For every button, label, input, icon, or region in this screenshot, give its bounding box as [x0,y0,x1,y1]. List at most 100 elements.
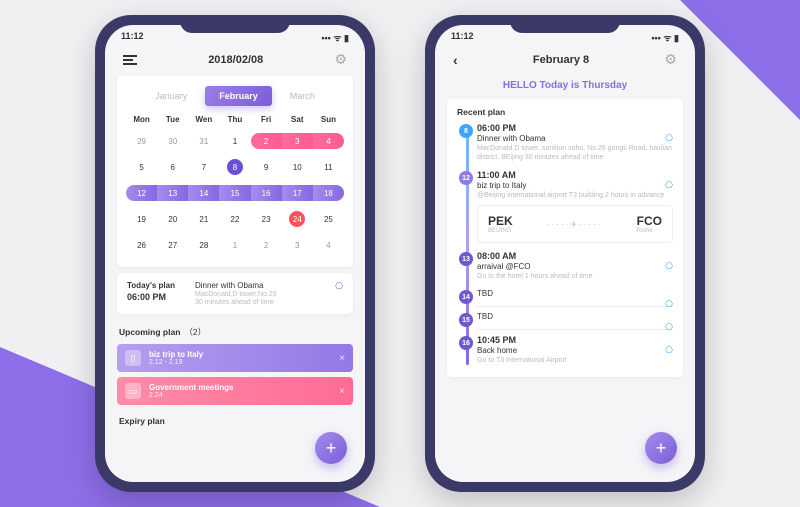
gear-icon[interactable]: ⚙ [664,51,677,68]
timeline-day-badge: 14 [459,290,473,304]
day-label: Thu [220,112,249,127]
phone-right: 11:12 ••• ᯤ ▮ ‹ February 8 ⚙ HELLO Today… [425,15,705,492]
calendar-day[interactable]: 1 [220,129,249,153]
month-tab-mar[interactable]: March [276,86,329,106]
calendar-day[interactable]: 7 [189,155,218,179]
timeline-item[interactable]: 806:00 PMDinner with ObamaMacDonald,D to… [477,123,673,162]
page-title: February 8 [533,54,589,66]
calendar-day[interactable]: 5 [127,155,156,179]
calendar-day[interactable]: 4 [314,129,343,153]
calendar-day[interactable]: 18 [314,181,343,205]
expiry-header: Expiry plan [117,410,353,432]
status-icons: ••• ᯤ ▮ [321,31,349,44]
timeline-day-badge: 12 [459,171,473,185]
close-icon[interactable]: × [339,353,345,364]
plan-tile-gov-meeting[interactable]: ▭ Government meetings2.24 × [117,377,353,405]
month-tab-jan[interactable]: January [141,86,201,106]
day-label: Sat [283,112,312,127]
pin-icon[interactable]: ⎔ [665,180,673,191]
calendar-day[interactable]: 9 [252,155,281,179]
status-icons: ••• ᯤ ▮ [651,31,679,44]
today-plan-sub1: MacDonald,D tower,No.26 [195,291,327,298]
phone-left: 11:12 ••• ᯤ ▮ 2018/02/08 ⚙ January Febru… [95,15,375,492]
calendar-day[interactable]: 1 [220,233,249,257]
menu-icon[interactable] [123,55,137,65]
calendar-day[interactable]: 8 [220,155,249,179]
day-label: Mon [127,112,156,127]
calendar-icon: ▭ [125,383,141,399]
recent-plan-header: Recent plan [457,107,673,123]
day-label: Wen [189,112,218,127]
calendar-day[interactable]: 15 [220,181,249,205]
add-button[interactable]: + [315,432,347,464]
calendar-day[interactable]: 4 [314,233,343,257]
calendar-day[interactable]: 2 [252,233,281,257]
timeline: 806:00 PMDinner with ObamaMacDonald,D to… [457,123,673,365]
calendar-day[interactable]: 17 [283,181,312,205]
calendar-day[interactable]: 28 [189,233,218,257]
calendar-day[interactable]: 12 [127,181,156,205]
notch [180,15,290,33]
timeline-item[interactable]: 15TBD⎔ [477,312,673,321]
pin-icon[interactable]: ⎔ [665,261,673,272]
calendar-day[interactable]: 24 [283,207,312,231]
calendar-day[interactable]: 6 [158,155,187,179]
today-plan-card[interactable]: Today's plan 06:00 PM Dinner with Obama … [117,273,353,314]
calendar-day[interactable]: 21 [189,207,218,231]
calendar-card: January February March MonTueWenThuFriSa… [117,76,353,267]
calendar-day[interactable]: 20 [158,207,187,231]
back-icon[interactable]: ‹ [453,52,458,68]
plan-tile-biz-trip[interactable]: ▯ biz trip to Italy2.12 - 2.19 × [117,344,353,372]
flight-ticket[interactable]: PEKBEIJING·····✈·····FCORome [477,205,673,243]
calendar-day[interactable]: 16 [252,181,281,205]
day-label: Sun [314,112,343,127]
calendar-day[interactable]: 29 [127,129,156,153]
add-button[interactable]: + [645,432,677,464]
today-plan-title: Dinner with Obama [195,281,327,290]
calendar-day[interactable]: 13 [158,181,187,205]
calendar-day[interactable]: 3 [283,233,312,257]
month-tabs: January February March [127,86,343,106]
timeline-item[interactable]: 1610:45 PMBack homeGo to T3 Internationa… [477,335,673,365]
close-icon[interactable]: × [339,386,345,397]
day-label: Tue [158,112,187,127]
calendar-day[interactable]: 11 [314,155,343,179]
status-time: 11:12 [121,31,144,44]
today-plan-sub2: 30 minutes ahead of time [195,299,327,306]
calendar-day[interactable]: 26 [127,233,156,257]
month-tab-feb[interactable]: February [205,86,272,106]
pin-icon[interactable]: ⎔ [665,133,673,144]
calendar-day[interactable]: 27 [158,233,187,257]
calendar-day[interactable]: 10 [283,155,312,179]
status-time: 11:12 [451,31,474,44]
timeline-line [466,127,469,365]
calendar-day[interactable]: 19 [127,207,156,231]
calendar-grid: MonTueWenThuFriSatSun2930311234567891011… [127,112,343,257]
today-plan-label: Today's plan [127,281,187,290]
today-plan-time: 06:00 PM [127,292,187,302]
page-title: 2018/02/08 [208,54,263,66]
timeline-day-badge: 16 [459,336,473,350]
calendar-day[interactable]: 3 [283,129,312,153]
calendar-day[interactable]: 30 [158,129,187,153]
notch [510,15,620,33]
timeline-day-badge: 8 [459,124,473,138]
pin-icon[interactable]: ⎔ [335,281,343,306]
pin-icon[interactable]: ⎔ [665,345,673,356]
calendar-day[interactable]: 31 [189,129,218,153]
calendar-day[interactable]: 14 [189,181,218,205]
day-label: Fri [252,112,281,127]
briefcase-icon: ▯ [125,350,141,366]
timeline-item[interactable]: 1308:00 AMarraival @FCOGo to the hotel 1… [477,251,673,281]
gear-icon[interactable]: ⚙ [334,51,347,68]
pin-icon[interactable]: ⎔ [665,322,673,333]
timeline-item[interactable]: 1211:00 AMbiz trip to Italy@Beijing inte… [477,170,673,243]
hello-banner: HELLO Today is Thursday [435,80,695,91]
timeline-item[interactable]: 14TBD⎔ [477,289,673,298]
calendar-day[interactable]: 23 [252,207,281,231]
calendar-day[interactable]: 2 [252,129,281,153]
calendar-day[interactable]: 25 [314,207,343,231]
pin-icon[interactable]: ⎔ [665,299,673,310]
calendar-day[interactable]: 22 [220,207,249,231]
upcoming-header: Upcoming plan（2） [117,320,353,344]
